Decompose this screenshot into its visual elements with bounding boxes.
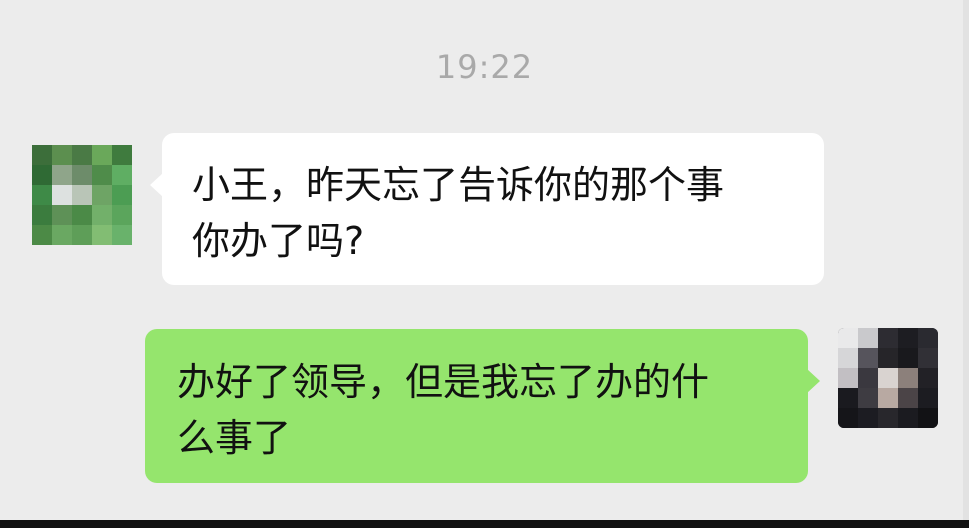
outgoing-message-bubble[interactable]: 办好了领导，但是我忘了办的什 么事了 [145, 329, 820, 483]
message-line: 么事了 [177, 416, 292, 460]
chat-window: 19:22 小王，昨天忘了告诉你的那个事 你办了吗? 办好了领导，但是我忘了办的… [0, 0, 969, 520]
message-line: 你办了吗? [192, 219, 365, 263]
sender-avatar-icon[interactable] [32, 145, 132, 245]
scrollbar-track [963, 0, 969, 520]
self-avatar-icon[interactable] [838, 328, 938, 428]
bottom-edge-bar [0, 520, 969, 528]
incoming-message-bubble[interactable]: 小王，昨天忘了告诉你的那个事 你办了吗? [150, 133, 824, 285]
message-line: 办好了领导，但是我忘了办的什 [177, 360, 710, 404]
message-timestamp: 19:22 [435, 48, 534, 86]
message-line: 小王，昨天忘了告诉你的那个事 [192, 163, 725, 207]
